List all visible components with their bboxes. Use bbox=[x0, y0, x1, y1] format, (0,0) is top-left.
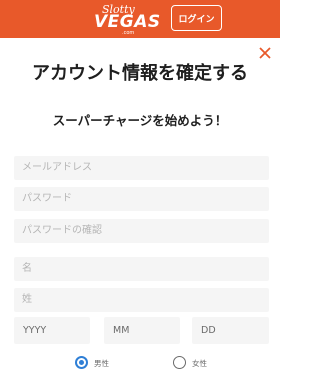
gender-female-radio[interactable] bbox=[173, 356, 186, 369]
password-field[interactable]: パスワード bbox=[14, 187, 269, 211]
gender-female-label: 女性 bbox=[192, 359, 207, 368]
modal-subtitle: スーパーチャージを始めよう！ bbox=[52, 113, 228, 128]
gender-male-label: 男性 bbox=[94, 359, 109, 368]
modal-title: アカウント情報を確定する bbox=[32, 63, 248, 84]
birth-day-field[interactable]: DD bbox=[192, 317, 269, 344]
gender-male-radio[interactable] bbox=[75, 356, 88, 369]
email-field[interactable]: メールアドレス bbox=[14, 156, 269, 180]
birth-month-field[interactable]: MM bbox=[104, 317, 180, 344]
logo-main-text: VEGAS bbox=[94, 12, 161, 32]
last-name-field[interactable]: 姓 bbox=[14, 288, 269, 312]
password-confirm-field[interactable]: パスワードの確認 bbox=[14, 219, 269, 243]
login-button[interactable]: ログイン bbox=[171, 5, 222, 31]
first-name-field[interactable]: 名 bbox=[14, 257, 269, 281]
close-icon[interactable] bbox=[258, 46, 272, 60]
logo-tag-text: .com bbox=[122, 30, 135, 36]
slotty-vegas-logo[interactable]: Slotty VEGAS .com bbox=[92, 3, 161, 36]
top-bar: Slotty VEGAS .com ログイン bbox=[0, 0, 280, 38]
birth-year-field[interactable]: YYYY bbox=[14, 317, 90, 344]
